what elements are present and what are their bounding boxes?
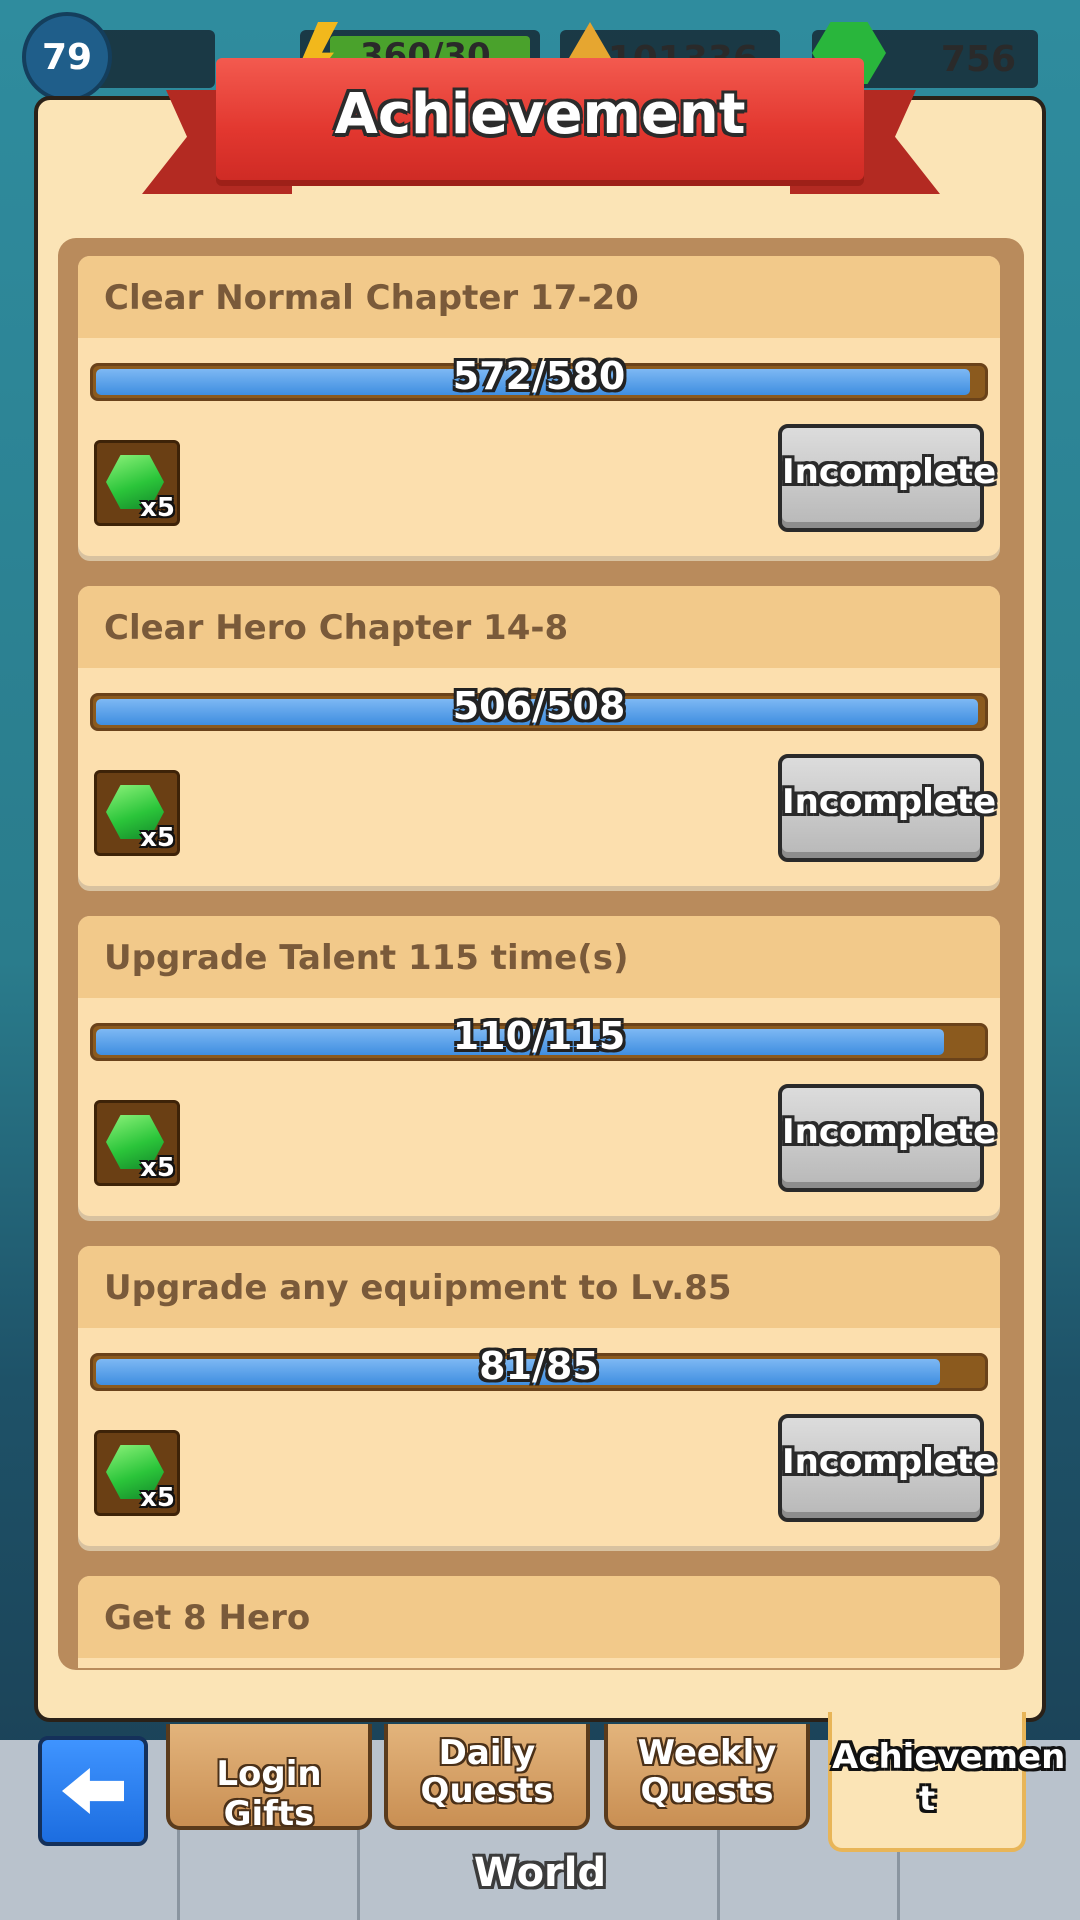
player-level-badge: 79 — [22, 12, 112, 102]
achievement-card: Get 8 Hero — [78, 1576, 1000, 1668]
tab-label: Weekly Quests — [637, 1733, 777, 1811]
incomplete-button[interactable]: Incomplete — [778, 1414, 997, 1522]
progress-text: 110/115 — [452, 1014, 626, 1058]
status-label: Incomplete — [782, 1442, 997, 1482]
progress-text: 81/85 — [479, 1344, 599, 1388]
achievement-list[interactable]: Clear Normal Chapter 17-20 572/580 x5 In… — [78, 256, 1004, 1668]
tab-label: Daily Quests — [420, 1733, 554, 1811]
status-label: Incomplete — [782, 1112, 997, 1152]
reward-slot[interactable]: x5 — [94, 770, 180, 856]
achievement-title: Clear Normal Chapter 17-20 — [104, 278, 639, 318]
achievement-card: Clear Hero Chapter 14-8 506/508 x5 Incom… — [78, 586, 1000, 886]
achievement-card: Upgrade Talent 115 time(s) 110/115 x5 In… — [78, 916, 1000, 1216]
tab-login-gifts[interactable]: Login Gifts — [166, 1724, 372, 1834]
status-label: Incomplete — [782, 452, 997, 492]
status-label: Incomplete — [782, 782, 997, 822]
tab-daily-quests[interactable]: Daily Quests — [384, 1724, 590, 1830]
achievement-card: Upgrade any equipment to Lv.85 81/85 x5 … — [78, 1246, 1000, 1546]
reward-count: x5 — [140, 1483, 175, 1513]
progress-text: 572/580 — [452, 354, 626, 398]
gem-value: 756 — [940, 38, 1016, 80]
achievement-card: Clear Normal Chapter 17-20 572/580 x5 In… — [78, 256, 1000, 556]
world-label: World — [473, 1850, 607, 1896]
achievement-list-frame: Clear Normal Chapter 17-20 572/580 x5 In… — [58, 238, 1024, 1670]
incomplete-button[interactable]: Incomplete — [778, 424, 997, 532]
player-level: 79 — [41, 36, 93, 78]
reward-slot[interactable]: x5 — [94, 1430, 180, 1516]
reward-count: x5 — [140, 493, 175, 523]
achievement-title: Get 8 Hero — [104, 1598, 311, 1638]
tab-label: Achievemen t — [832, 1737, 1066, 1819]
achievement-title: Upgrade any equipment to Lv.85 — [104, 1268, 732, 1308]
incomplete-button[interactable]: Incomplete — [778, 754, 997, 862]
achievement-title: Upgrade Talent 115 time(s) — [104, 938, 629, 978]
reward-count: x5 — [140, 1153, 175, 1183]
reward-count: x5 — [140, 823, 175, 853]
tab-label: Login Gifts — [216, 1754, 322, 1834]
progress-text: 506/508 — [452, 684, 626, 728]
tab-weekly-quests[interactable]: Weekly Quests — [604, 1724, 810, 1830]
panel-title: Achievement — [334, 82, 746, 147]
reward-slot[interactable]: x5 — [94, 1100, 180, 1186]
reward-slot[interactable]: x5 — [94, 440, 180, 526]
back-arrow-icon — [62, 1768, 124, 1814]
tab-achievement[interactable]: Achievemen t — [828, 1712, 1066, 1852]
achievement-title: Clear Hero Chapter 14-8 — [104, 608, 569, 648]
back-button[interactable] — [38, 1736, 148, 1846]
incomplete-button[interactable]: Incomplete — [778, 1084, 997, 1192]
